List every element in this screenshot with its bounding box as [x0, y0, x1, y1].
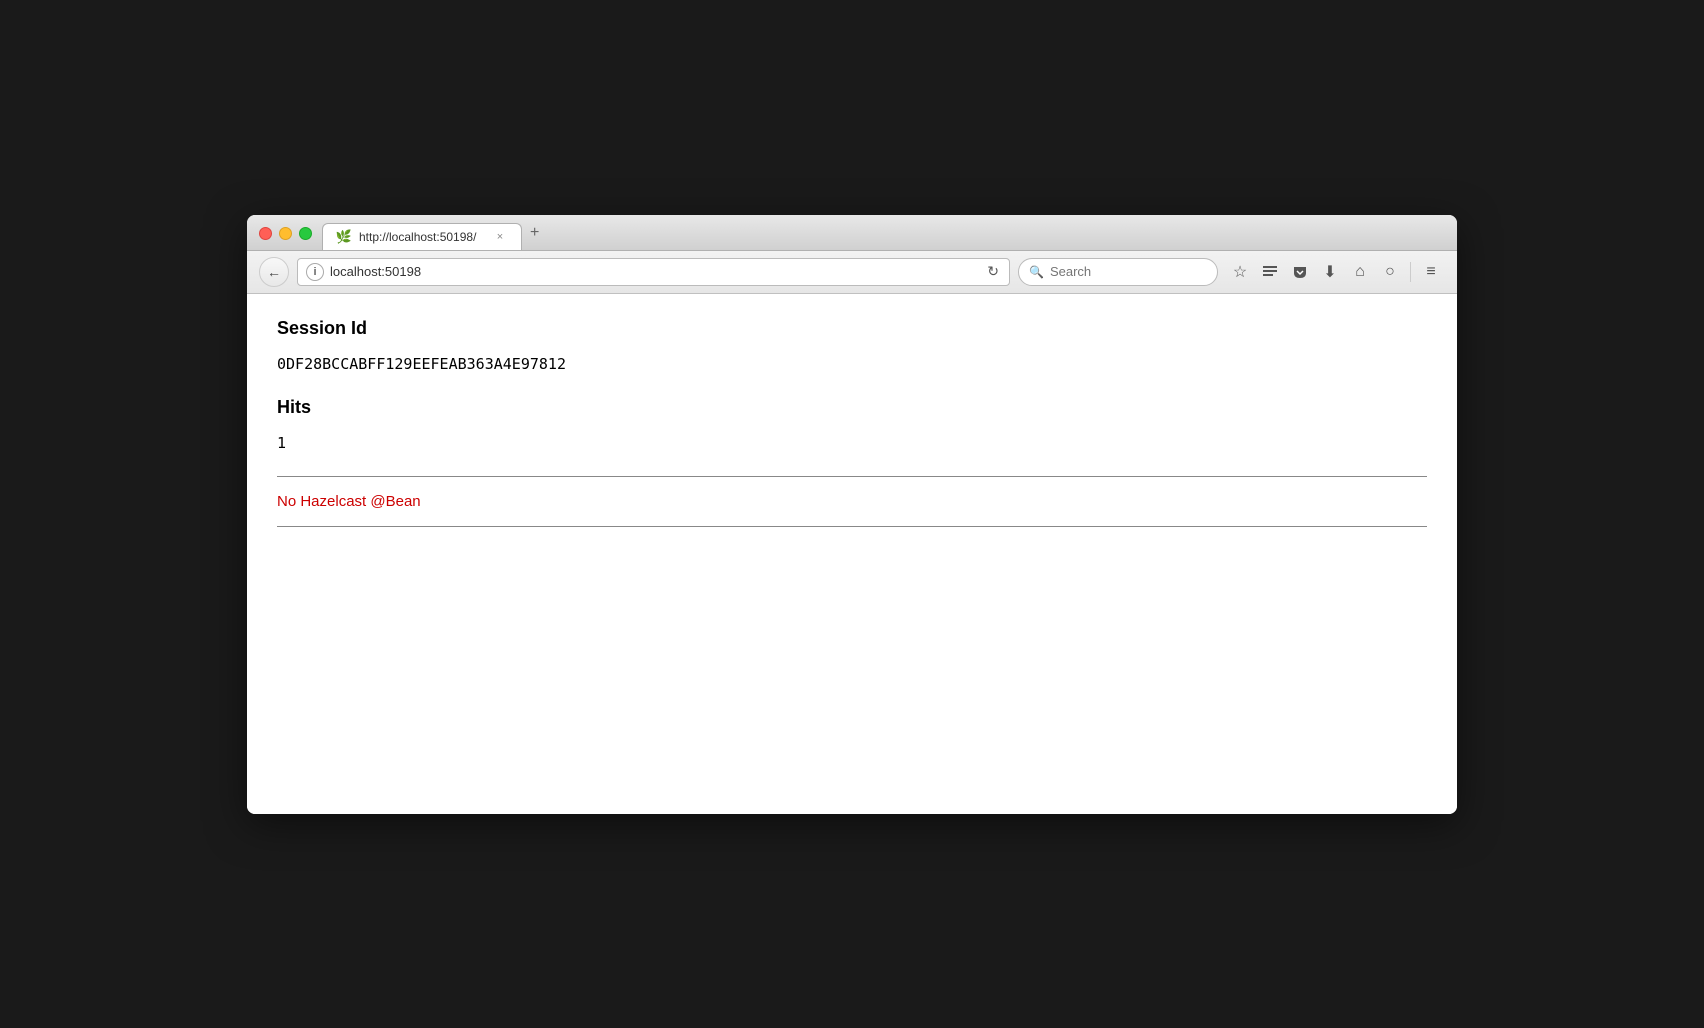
browser-window: 🌿 http://localhost:50198/ × + ← i ↻ 🔍 ☆ …	[247, 215, 1457, 814]
toolbar-divider	[1410, 262, 1411, 282]
session-id-heading: Session Id	[277, 318, 1427, 339]
info-button[interactable]: i	[306, 263, 324, 281]
maximize-window-button[interactable]	[299, 227, 312, 240]
hits-heading: Hits	[277, 397, 1427, 418]
search-bar[interactable]: 🔍	[1018, 258, 1218, 286]
menu-button[interactable]: ≡	[1417, 258, 1445, 286]
back-button[interactable]: ←	[259, 257, 289, 287]
close-window-button[interactable]	[259, 227, 272, 240]
tab-close-button[interactable]: ×	[493, 230, 507, 244]
hits-value: 1	[277, 434, 1427, 452]
toolbar-icons: ☆ ⬇ ⌂ ○ ≡	[1226, 258, 1445, 286]
reload-button[interactable]: ↻	[985, 261, 1001, 282]
search-input[interactable]	[1050, 264, 1207, 279]
address-input[interactable]	[330, 264, 979, 279]
divider-bottom	[277, 526, 1427, 527]
window-controls	[259, 227, 312, 240]
chat-button[interactable]: ○	[1376, 258, 1404, 286]
tab-favicon-icon: 🌿	[337, 230, 351, 244]
download-button[interactable]: ⬇	[1316, 258, 1344, 286]
new-tab-button[interactable]: +	[522, 224, 547, 242]
active-tab[interactable]: 🌿 http://localhost:50198/ ×	[322, 223, 522, 250]
error-message: No Hazelcast @Bean	[277, 493, 1427, 510]
title-bar: 🌿 http://localhost:50198/ × +	[247, 215, 1457, 251]
tab-title: http://localhost:50198/	[359, 230, 485, 244]
bookmark-button[interactable]: ☆	[1226, 258, 1254, 286]
search-icon: 🔍	[1029, 265, 1044, 279]
reading-list-button[interactable]	[1256, 258, 1284, 286]
divider-top	[277, 476, 1427, 477]
pocket-button[interactable]	[1286, 258, 1314, 286]
page-content: Session Id 0DF28BCCABFF129EEFEAB363A4E97…	[247, 294, 1457, 814]
minimize-window-button[interactable]	[279, 227, 292, 240]
home-button[interactable]: ⌂	[1346, 258, 1374, 286]
address-bar[interactable]: i ↻	[297, 258, 1010, 286]
session-id-value: 0DF28BCCABFF129EEFEAB363A4E97812	[277, 355, 1427, 373]
toolbar: ← i ↻ 🔍 ☆ ⬇ ⌂ ○ ≡	[247, 251, 1457, 294]
